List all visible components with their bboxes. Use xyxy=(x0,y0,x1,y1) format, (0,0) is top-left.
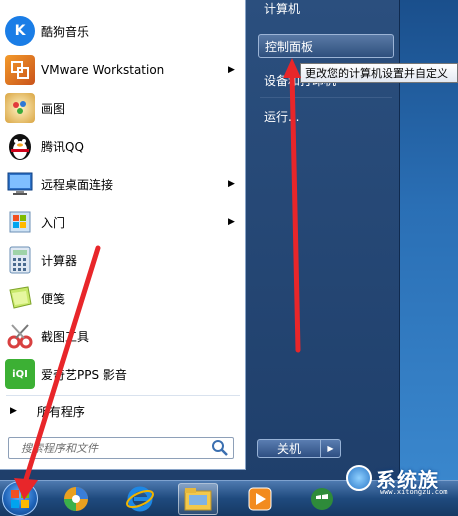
windows-icon[interactable] xyxy=(302,483,342,515)
shutdown-group: 关机 ▶ xyxy=(257,439,345,458)
right-item-label: 运行... xyxy=(264,109,300,124)
expand-arrow-icon: ▶ xyxy=(10,406,17,416)
program-list-panel: K 酷狗音乐 VMware Workstation ▶ 画图 腾讯QQ 远程桌面… xyxy=(0,0,246,470)
right-item-run[interactable]: 运行... xyxy=(258,104,394,128)
program-label: 计算器 xyxy=(41,253,78,268)
qq-penguin-icon xyxy=(5,131,35,161)
program-label: 远程桌面连接 xyxy=(41,177,114,192)
program-label: 酷狗音乐 xyxy=(41,24,90,39)
getting-started-icon xyxy=(5,207,35,237)
media-player-icon[interactable] xyxy=(240,483,280,515)
right-separator xyxy=(260,97,392,98)
watermark: 系统族 www.xitongzu.com xyxy=(346,458,458,498)
program-item-snipping-tool[interactable]: 截图工具 xyxy=(0,317,246,355)
right-item-label: 控制面板 xyxy=(265,39,314,54)
paint-icon xyxy=(5,93,35,123)
kugou-icon: K xyxy=(5,16,35,46)
program-label: 截图工具 xyxy=(41,329,90,344)
snipping-tool-icon xyxy=(5,321,35,351)
shutdown-button[interactable]: 关机 xyxy=(257,439,321,458)
program-label: 爱奇艺PPS 影音 xyxy=(41,367,127,382)
program-item-vmware[interactable]: VMware Workstation ▶ xyxy=(0,51,246,89)
program-label: VMware Workstation xyxy=(41,63,165,77)
program-item-qq[interactable]: 腾讯QQ xyxy=(0,127,246,165)
vmware-icon xyxy=(5,55,35,85)
submenu-arrow-icon: ▶ xyxy=(228,217,235,227)
remote-desktop-icon xyxy=(5,169,35,199)
control-panel-tooltip: 更改您的计算机设置并自定义 xyxy=(300,63,458,83)
program-item-remote-desktop[interactable]: 远程桌面连接 ▶ xyxy=(0,165,246,203)
right-item-control-panel[interactable]: 控制面板 xyxy=(258,34,394,58)
search-input[interactable] xyxy=(21,439,211,457)
sticky-notes-icon xyxy=(5,283,35,313)
search-icon[interactable] xyxy=(211,439,229,457)
shutdown-options-button[interactable]: ▶ xyxy=(321,439,341,458)
program-label: 便笺 xyxy=(41,291,66,306)
program-item-iqiyi[interactable]: iQI 爱奇艺PPS 影音 xyxy=(0,355,246,393)
program-item-sticky-notes[interactable]: 便笺 xyxy=(0,279,246,317)
ie-icon[interactable] xyxy=(120,483,160,515)
iqiyi-icon: iQI xyxy=(5,359,35,389)
search-box[interactable] xyxy=(8,437,234,459)
right-item-computer[interactable]: 计算机 xyxy=(258,0,394,20)
watermark-url: www.xitongzu.com xyxy=(380,488,448,496)
right-item-label: 计算机 xyxy=(264,1,301,16)
program-label: 入门 xyxy=(41,215,66,230)
separator xyxy=(6,395,240,396)
watermark-logo-icon xyxy=(346,465,372,491)
explorer-folder-icon[interactable] xyxy=(178,483,218,515)
all-programs-label: 所有程序 xyxy=(36,404,85,419)
submenu-arrow-icon: ▶ xyxy=(228,65,235,75)
calculator-icon xyxy=(5,245,35,275)
program-item-getting-started[interactable]: 入门 ▶ xyxy=(0,203,246,241)
program-item-kugou[interactable]: K 酷狗音乐 xyxy=(0,12,246,50)
program-item-paint[interactable]: 画图 xyxy=(0,89,246,127)
submenu-arrow-icon: ▶ xyxy=(228,179,235,189)
program-label: 画图 xyxy=(41,101,66,116)
start-orb-icon[interactable] xyxy=(2,481,38,516)
all-programs-button[interactable]: ▶ 所有程序 xyxy=(0,398,246,424)
program-label: 腾讯QQ xyxy=(41,139,84,154)
program-item-calculator[interactable]: 计算器 xyxy=(0,241,246,279)
ball-icon[interactable] xyxy=(56,483,96,515)
